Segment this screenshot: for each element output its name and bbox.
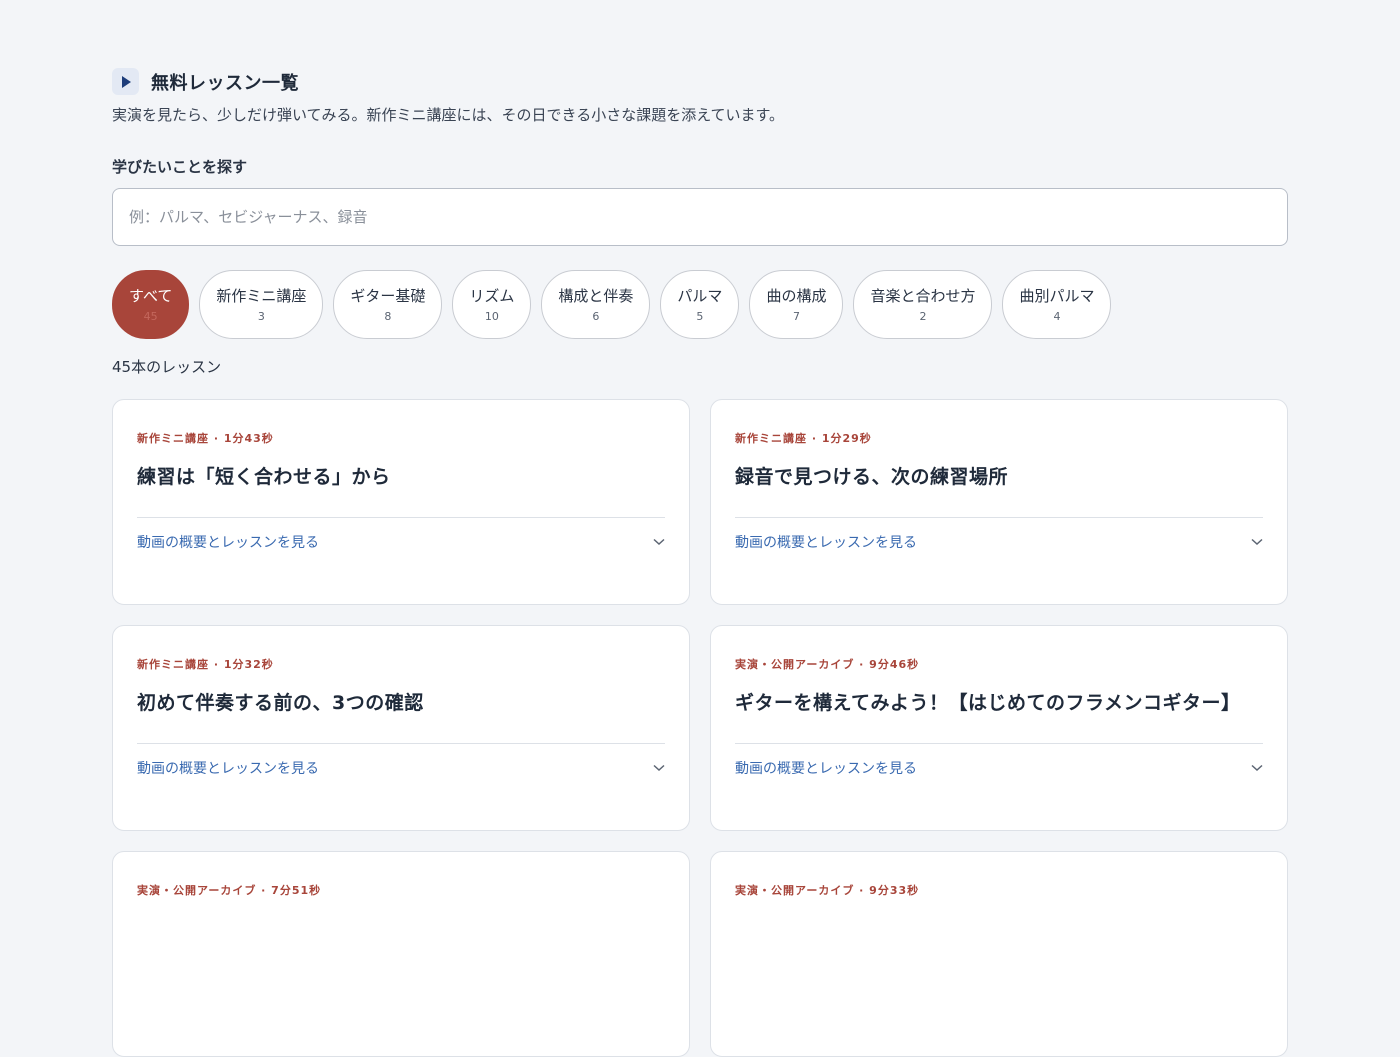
filter-chip-label: 構成と伴奏 [558,286,634,305]
expand-label: 動画の概要とレッスンを見る [735,535,917,551]
search-input[interactable] [112,188,1288,246]
expand-label: 動画の概要とレッスンを見る [137,761,319,777]
filter-chip-song-palma[interactable]: 曲別パルマ 4 [1002,270,1112,339]
chevron-down-icon [653,764,665,772]
lesson-card: 実演・公開アーカイブ · 9分33秒 [710,851,1288,1057]
filter-chip-count: 10 [484,309,499,323]
lesson-title: ギターを構えてみよう！【はじめてのフラメンコギター】 [735,692,1241,714]
filter-chip-music-sync[interactable]: 音楽と合わせ方 2 [853,270,993,339]
filter-chip-label: すべて [129,286,173,305]
lesson-expand-toggle[interactable]: 動画の概要とレッスンを見る [137,528,665,556]
filter-chip-label: 曲別パルマ [1019,286,1095,305]
section-description: 実演を見たら、少しだけ弾いてみる。新作ミニ講座には、その日できる小さな課題を添え… [112,106,785,124]
lesson-meta: 新作ミニ講座 · 1分43秒 [137,432,274,445]
filter-chip-label: リズム [469,286,515,305]
lesson-expand-toggle[interactable]: 動画の概要とレッスンを見る [137,754,665,782]
lesson-expand-toggle[interactable]: 動画の概要とレッスンを見る [735,754,1263,782]
result-count: 45本のレッスン [112,358,222,376]
filter-chip-label: パルマ [677,286,723,305]
card-divider [735,517,1263,518]
filter-chip-count: 2 [919,309,927,323]
lesson-meta: 新作ミニ講座 · 1分29秒 [735,432,872,445]
lesson-card: 新作ミニ講座 · 1分32秒 初めて伴奏する前の、3つの確認 動画の概要とレッス… [112,625,690,831]
filter-chips: すべて 45 新作ミニ講座 3 ギター基礎 8 リズム 10 構成と伴奏 6 パ… [112,270,1112,339]
filter-chip-count: 5 [696,309,704,323]
lesson-card: 実演・公開アーカイブ · 9分46秒 ギターを構えてみよう！【はじめてのフラメン… [710,625,1288,831]
lesson-meta: 新作ミニ講座 · 1分32秒 [137,658,274,671]
filter-chip-song-structure[interactable]: 曲の構成 7 [749,270,844,339]
filter-chip-label: 曲の構成 [766,286,827,305]
lesson-card: 新作ミニ講座 · 1分29秒 録音で見つける、次の練習場所 動画の概要とレッスン… [710,399,1288,605]
expand-label: 動画の概要とレッスンを見る [137,535,319,551]
filter-chip-count: 45 [143,309,158,323]
filter-chip-count: 7 [792,309,800,323]
filter-chip-label: ギター基礎 [350,286,426,305]
card-divider [137,517,665,518]
expand-label: 動画の概要とレッスンを見る [735,761,917,777]
lesson-card: 新作ミニ講座 · 1分43秒 練習は「短く合わせる」から 動画の概要とレッスンを… [112,399,690,605]
lesson-title: 録音で見つける、次の練習場所 [735,466,1009,488]
filter-chip-structure-accompaniment[interactable]: 構成と伴奏 6 [541,270,651,339]
lesson-card: 実演・公開アーカイブ · 7分51秒 [112,851,690,1057]
filter-chip-count: 6 [592,309,600,323]
chevron-down-icon [1251,538,1263,546]
lesson-expand-toggle[interactable]: 動画の概要とレッスンを見る [735,528,1263,556]
section-header: 無料レッスン一覧 [112,68,299,95]
chevron-down-icon [653,538,665,546]
search-label: 学びたいことを探す [112,158,248,176]
filter-chip-guitar-basics[interactable]: ギター基礎 8 [333,270,443,339]
filter-chip-all[interactable]: すべて 45 [112,270,190,339]
filter-chip-count: 4 [1053,309,1061,323]
filter-chip-label: 音楽と合わせ方 [870,286,976,305]
lesson-meta: 実演・公開アーカイブ · 9分46秒 [735,658,920,671]
chevron-down-icon [1251,764,1263,772]
filter-chip-new-mini-course[interactable]: 新作ミニ講座 3 [199,270,324,339]
lesson-meta: 実演・公開アーカイブ · 9分33秒 [735,884,920,897]
lesson-title: 練習は「短く合わせる」から [137,466,391,488]
card-divider [735,743,1263,744]
play-icon [112,68,139,95]
filter-chip-palma[interactable]: パルマ 5 [660,270,740,339]
filter-chip-count: 3 [257,309,265,323]
card-divider [137,743,665,744]
lesson-title: 初めて伴奏する前の、3つの確認 [137,692,424,714]
filter-chip-rhythm[interactable]: リズム 10 [452,270,532,339]
filter-chip-count: 8 [384,309,392,323]
section-title: 無料レッスン一覧 [151,72,299,94]
filter-chip-label: 新作ミニ講座 [216,286,307,305]
lesson-meta: 実演・公開アーカイブ · 7分51秒 [137,884,322,897]
